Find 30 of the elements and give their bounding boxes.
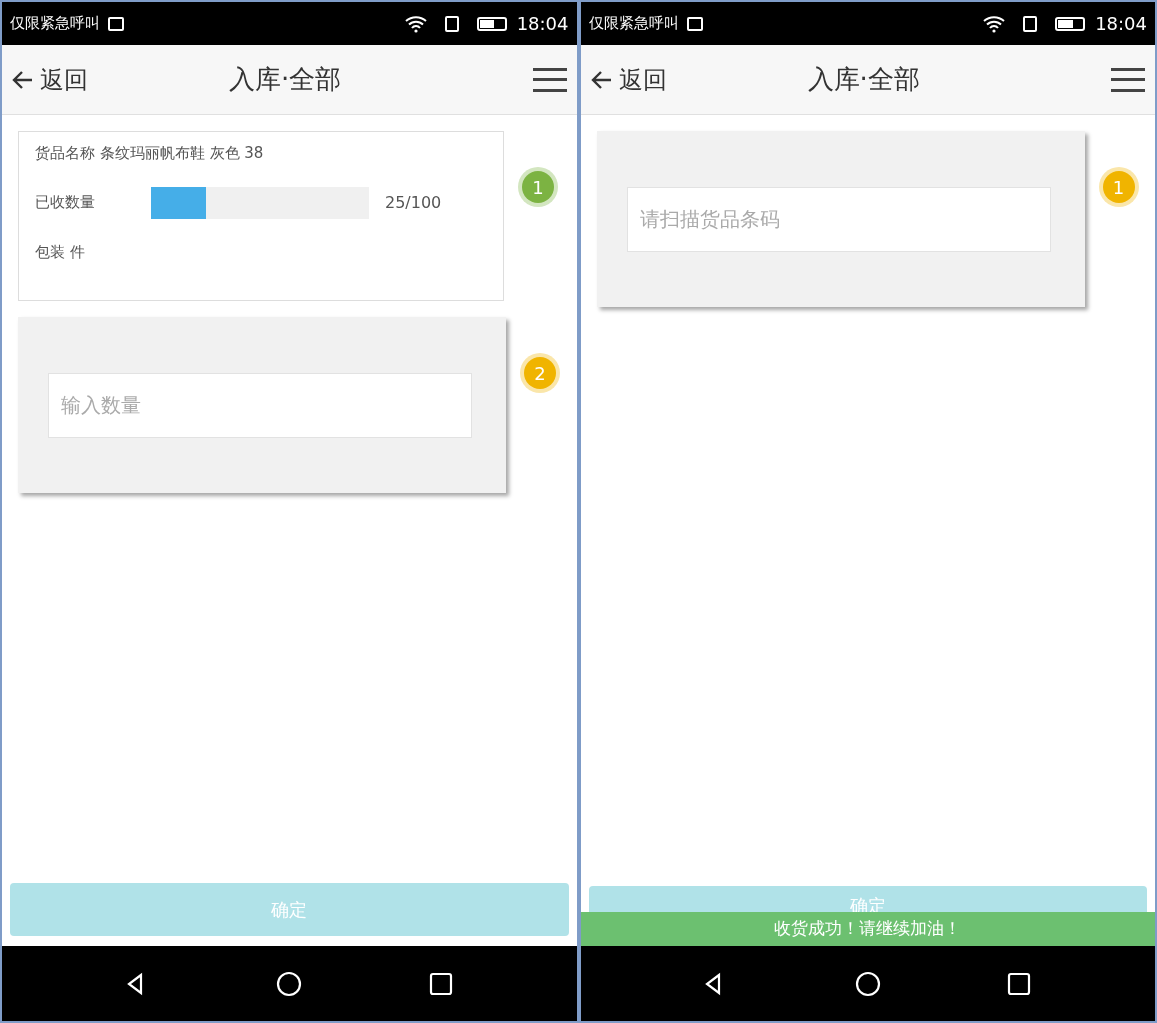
wifi-icon — [404, 14, 427, 33]
item-name: 货品名称 条纹玛丽帆布鞋 灰色 38 — [35, 143, 265, 164]
received-count: 25/100 — [385, 191, 442, 214]
battery-icon — [1055, 16, 1086, 31]
recent-apps-icon[interactable] — [1006, 970, 1033, 997]
menu-icon[interactable] — [1111, 67, 1145, 92]
package-unit: 包装 件 — [35, 241, 86, 263]
battery-icon — [476, 16, 507, 31]
page-title: 入库·全部 — [228, 63, 343, 96]
received-label: 已收数量 — [35, 192, 96, 214]
step-number-badge: 1 — [1102, 171, 1135, 203]
status-time: 18:04 — [516, 12, 569, 36]
page-title: 入库·全部 — [806, 63, 921, 96]
step-number-badge: 1 — [522, 171, 554, 203]
back-button[interactable]: 返回 — [590, 61, 667, 98]
recent-apps-icon[interactable] — [427, 970, 454, 997]
status-time: 18:04 — [1095, 12, 1147, 36]
home-icon[interactable] — [854, 970, 881, 997]
input-field[interactable]: 输入数量 — [48, 372, 472, 438]
back-arrow-icon — [12, 68, 34, 91]
back-arrow-icon — [590, 68, 613, 91]
status-notice: 仅限紧急呼叫 — [588, 13, 679, 35]
wifi-icon — [983, 14, 1006, 33]
back-button[interactable]: 返回 — [12, 61, 88, 98]
home-icon[interactable] — [276, 970, 303, 997]
menu-icon[interactable] — [532, 67, 567, 92]
step-number-badge: 2 — [524, 357, 556, 389]
input-field[interactable]: 请扫描货品条码 — [626, 186, 1051, 252]
success-toast: 收货成功！请继续加油！ — [580, 912, 1155, 946]
status-notice: 仅限紧急呼叫 — [10, 13, 100, 35]
